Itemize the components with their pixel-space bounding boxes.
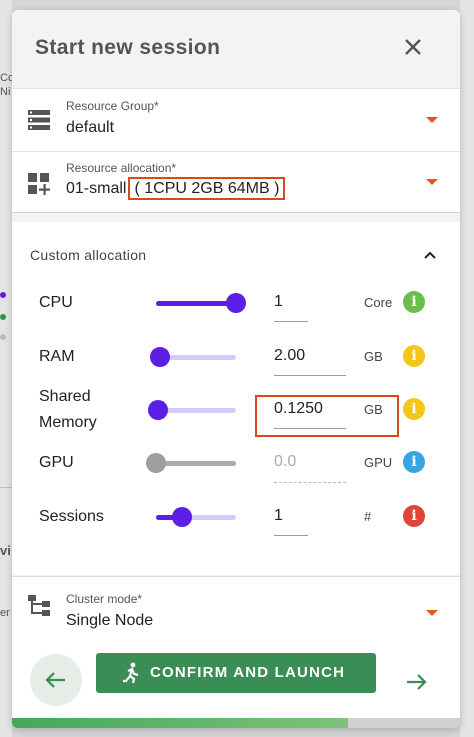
- resource-allocation-label: Resource allocation*: [66, 161, 177, 175]
- slider-thumb[interactable]: [226, 293, 246, 313]
- input-underline: [274, 321, 308, 322]
- sessions-slider[interactable]: [156, 507, 236, 527]
- shared-memory-label-line1: Shared: [39, 388, 91, 405]
- close-button[interactable]: [400, 34, 426, 60]
- dialog-title: Start new session: [35, 36, 221, 59]
- ram-info-icon[interactable]: i: [403, 345, 425, 367]
- background-text: vi: [0, 543, 11, 558]
- resource-group-label: Resource Group*: [66, 99, 159, 113]
- cluster-icon: [28, 595, 50, 616]
- background-text: er: [0, 607, 10, 619]
- shared-memory-highlight: [255, 395, 399, 437]
- cpu-row: CPU 1 Core i: [12, 288, 460, 332]
- dropdown-arrow-icon: [426, 117, 438, 123]
- background-app-left: Co Ni vi er: [0, 0, 14, 737]
- cpu-unit: Core: [364, 295, 393, 310]
- cluster-mode-value: Single Node: [66, 612, 154, 629]
- background-dot: [0, 334, 6, 340]
- dropdown-arrow-icon: [426, 179, 438, 185]
- server-rack-icon: [28, 110, 50, 130]
- gpu-slider: [146, 453, 236, 473]
- start-session-dialog: Start new session Resource Group* defaul…: [12, 10, 460, 728]
- slider-thumb[interactable]: [172, 507, 192, 527]
- cpu-value-input[interactable]: 1: [274, 293, 283, 315]
- resource-spec-highlight: ( 1CPU 2GB 64MB ): [128, 177, 286, 200]
- slider-fill: [156, 301, 236, 306]
- dropdown-arrow-icon: [426, 610, 438, 616]
- launch-label: CONFIRM AND LAUNCH: [150, 664, 346, 681]
- ram-row: RAM 2.00 GB i: [12, 342, 460, 386]
- cpu-info-icon[interactable]: i: [403, 291, 425, 313]
- ram-slider[interactable]: [150, 347, 236, 367]
- input-underline: [274, 535, 308, 536]
- chevron-up-icon[interactable]: [422, 249, 438, 261]
- shared-memory-info-icon[interactable]: i: [403, 398, 425, 420]
- gpu-row: GPU 0.0 GPU i: [12, 450, 460, 494]
- sessions-row: Sessions 1 # i: [12, 504, 460, 548]
- background-divider: [0, 487, 12, 488]
- ram-value-input[interactable]: 2.00: [274, 347, 305, 369]
- gpu-info-icon[interactable]: i: [403, 451, 425, 473]
- close-icon: [405, 39, 421, 55]
- running-person-icon: [123, 662, 139, 684]
- arrow-left-icon: [45, 672, 65, 688]
- gpu-label: GPU: [39, 454, 74, 471]
- grid-plus-icon: [28, 173, 50, 195]
- back-button[interactable]: [30, 654, 82, 706]
- resource-group-value: default: [66, 119, 115, 136]
- cluster-mode-select[interactable]: Cluster mode* Single Node: [12, 576, 460, 641]
- ram-unit: GB: [364, 349, 383, 364]
- sessions-value-input[interactable]: 1: [274, 507, 283, 529]
- resource-group-select[interactable]: Resource Group* default: [12, 88, 460, 152]
- sessions-label: Sessions: [39, 508, 104, 525]
- shared-memory-slider[interactable]: [148, 400, 236, 420]
- background-app-right: [460, 0, 474, 737]
- sessions-info-icon[interactable]: i: [403, 505, 425, 527]
- resource-allocation-value: 01-small( 1CPU 2GB 64MB ): [66, 177, 286, 200]
- confirm-and-launch-button[interactable]: CONFIRM AND LAUNCH: [96, 653, 376, 693]
- slider-thumb[interactable]: [150, 347, 170, 367]
- sessions-unit: #: [364, 509, 372, 524]
- input-underline: [274, 375, 346, 376]
- background-text: Ni: [0, 86, 11, 98]
- cpu-slider[interactable]: [156, 293, 246, 313]
- step-progress-bar: [12, 718, 460, 728]
- background-dot: [0, 292, 6, 298]
- gpu-value-input: 0.0: [274, 453, 297, 470]
- slider-thumb: [146, 453, 166, 473]
- resource-allocation-select[interactable]: Resource allocation* 01-small( 1CPU 2GB …: [12, 151, 460, 213]
- background-dot: [0, 314, 6, 320]
- dialog-footer: CONFIRM AND LAUNCH: [12, 640, 460, 720]
- cpu-label: CPU: [39, 294, 73, 311]
- cluster-mode-label: Cluster mode*: [66, 592, 143, 606]
- arrow-right-icon[interactable]: [404, 670, 428, 694]
- slider-thumb[interactable]: [148, 400, 168, 420]
- resource-preset-name: 01-small: [66, 180, 127, 197]
- step-progress-fill: [12, 718, 348, 728]
- input-underline: [274, 481, 346, 483]
- ram-label: RAM: [39, 348, 75, 365]
- gpu-unit: GPU: [364, 455, 393, 470]
- shared-memory-label-line2: Memory: [39, 414, 97, 431]
- custom-allocation-title: Custom allocation: [30, 247, 147, 263]
